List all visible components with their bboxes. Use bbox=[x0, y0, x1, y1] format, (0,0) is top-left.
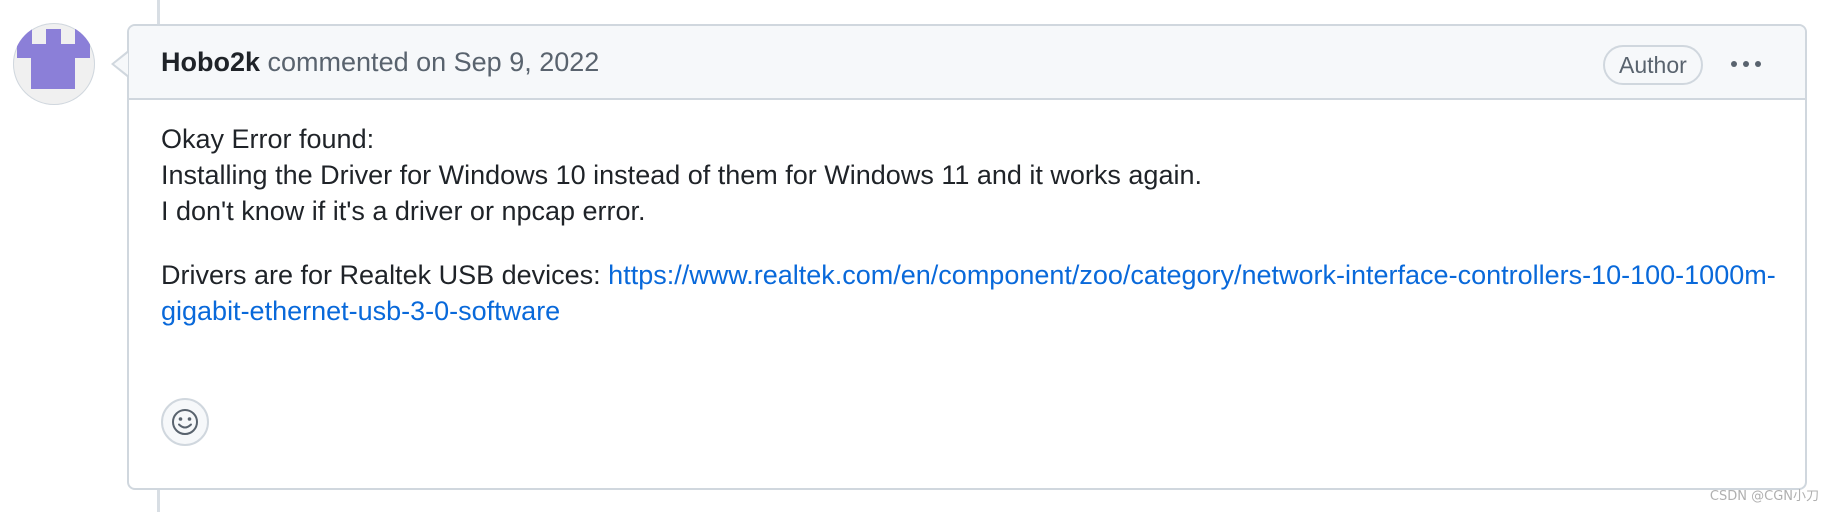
comment-box: Hobo2k commented on Sep 9, 2022 Author O… bbox=[127, 24, 1807, 490]
author-badge: Author bbox=[1603, 45, 1703, 85]
watermark: CSDN @CGN小刀 bbox=[1709, 489, 1819, 504]
comment-body: Okay Error found: Installing the Driver … bbox=[161, 121, 1781, 329]
comment-line: Okay Error found: bbox=[161, 124, 375, 154]
comment-paragraph: Drivers are for Realtek USB devices: htt… bbox=[161, 257, 1781, 329]
comment-paragraph: Okay Error found: Installing the Driver … bbox=[161, 121, 1781, 229]
comment-header-text: Hobo2k commented on Sep 9, 2022 bbox=[161, 46, 599, 78]
commented-label: commented on bbox=[267, 47, 447, 77]
kebab-menu-icon[interactable] bbox=[1726, 48, 1766, 80]
author-link[interactable]: Hobo2k bbox=[161, 47, 260, 77]
comment-header: Hobo2k commented on Sep 9, 2022 Author bbox=[129, 26, 1805, 100]
comment-line: I don't know if it's a driver or npcap e… bbox=[161, 196, 646, 226]
kebab-dot bbox=[1755, 61, 1761, 67]
smiley-icon bbox=[172, 409, 198, 435]
identicon-avatar-icon bbox=[17, 29, 90, 89]
kebab-dot bbox=[1743, 61, 1749, 67]
comment-pointer bbox=[114, 53, 128, 75]
comment-line: Installing the Driver for Windows 10 ins… bbox=[161, 160, 1202, 190]
kebab-dot bbox=[1731, 61, 1737, 67]
add-reaction-button[interactable] bbox=[161, 398, 209, 446]
drivers-label: Drivers are for Realtek USB devices: bbox=[161, 260, 601, 290]
timestamp-link[interactable]: Sep 9, 2022 bbox=[454, 47, 600, 77]
avatar[interactable] bbox=[13, 23, 95, 105]
